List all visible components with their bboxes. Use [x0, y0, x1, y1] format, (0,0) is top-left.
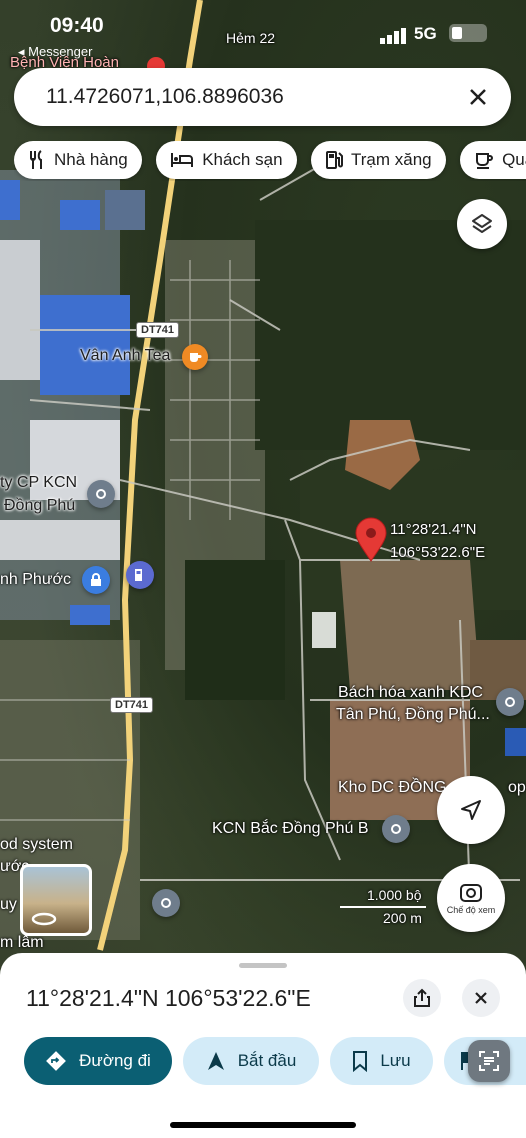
- close-icon: [475, 992, 487, 1004]
- share-button[interactable]: [403, 979, 441, 1017]
- explore-view-label: Chế độ xem: [446, 905, 496, 915]
- scan-text-button[interactable]: [468, 1040, 510, 1082]
- chip-label: Khách sạn: [202, 150, 283, 169]
- chip-label: Trạm xăng: [350, 150, 432, 169]
- scale-imperial: 1.000 bộ: [367, 887, 422, 903]
- chip-restaurants[interactable]: Nhà hàng: [14, 141, 142, 179]
- start-label: Bắt đầu: [237, 1051, 297, 1070]
- chip-label: Quá: [502, 150, 526, 169]
- status-time: 09:40: [50, 14, 104, 37]
- chip-cafes[interactable]: Quá: [460, 141, 526, 179]
- location-icon[interactable]: [382, 815, 410, 843]
- battery-icon: [449, 24, 487, 42]
- directions-button[interactable]: Đường đi: [24, 1037, 172, 1085]
- scale-bar: [340, 906, 426, 908]
- bookmark-icon: [353, 1051, 368, 1072]
- pin-latitude-label: 11°28'21.4"N: [390, 521, 477, 538]
- street-view-thumbnail[interactable]: [20, 864, 92, 936]
- save-label: Lưu: [380, 1051, 411, 1070]
- search-bar[interactable]: 11.4726071,106.8896036: [14, 68, 511, 126]
- scale-metric: 200 m: [383, 910, 422, 926]
- category-chips: Nhà hàng Khách sạn Trạm xăng Quá: [14, 141, 526, 181]
- my-location-button[interactable]: [437, 776, 505, 844]
- cellular-signal-icon: [380, 28, 406, 44]
- place-kho-dc[interactable]: Kho DC ĐỒNG: [338, 779, 446, 797]
- gas-station-icon: [325, 151, 343, 169]
- navigation-start-icon: [207, 1052, 224, 1070]
- close-sheet-button[interactable]: [462, 979, 500, 1017]
- layers-icon: [472, 214, 492, 233]
- home-indicator[interactable]: [170, 1122, 356, 1128]
- bottom-sheet[interactable]: 11°28'21.4"N 106°53'22.6"E Đường đi Bắt …: [0, 953, 526, 1138]
- place-kcn-bac-dong-phu[interactable]: KCN Bắc Đồng Phú B: [212, 820, 369, 838]
- location-icon[interactable]: [496, 688, 524, 716]
- search-query[interactable]: 11.4726071,106.8896036: [46, 85, 284, 109]
- place-binh-phuoc[interactable]: nh Phước: [0, 571, 71, 589]
- camera-lens-icon: [460, 884, 482, 902]
- location-icon[interactable]: [152, 889, 180, 917]
- restaurant-icon: [30, 150, 42, 169]
- location-pin-icon[interactable]: [354, 517, 388, 563]
- place-title: 11°28'21.4"N 106°53'22.6"E: [26, 985, 311, 1011]
- text-scan-icon: [479, 1051, 499, 1071]
- place-lam[interactable]: m lâm: [0, 934, 44, 952]
- chip-gas-stations[interactable]: Trạm xăng: [310, 141, 446, 179]
- road-badge: DT741: [110, 697, 154, 713]
- close-icon[interactable]: [463, 82, 493, 112]
- directions-icon: [46, 1051, 67, 1071]
- place-bach-hoa-xanh-2[interactable]: Tân Phú, Đồng Phú...: [336, 706, 490, 724]
- place-food-system[interactable]: od system: [0, 836, 73, 854]
- network-type: 5G: [414, 24, 437, 43]
- share-icon: [414, 988, 430, 1007]
- lock-icon[interactable]: [82, 566, 110, 594]
- street-label: Hẻm 22: [226, 30, 276, 46]
- pin-longitude-label: 106°53'22.6"E: [390, 544, 486, 561]
- directions-label: Đường đi: [79, 1051, 151, 1070]
- place-kcn-company-2[interactable]: Đồng Phú: [4, 497, 75, 515]
- location-icon[interactable]: [87, 480, 115, 508]
- hotel-icon: [171, 153, 194, 167]
- place-van-anh-tea[interactable]: Vân Anh Tea: [80, 347, 170, 365]
- navigation-arrow-icon: [461, 800, 481, 820]
- chip-label: Nhà hàng: [54, 150, 128, 169]
- layers-button[interactable]: [457, 199, 507, 249]
- place-kcn-company[interactable]: ty CP KCN: [0, 474, 77, 492]
- sheet-drag-handle[interactable]: [239, 963, 287, 968]
- chip-hotels[interactable]: Khách sạn: [156, 141, 297, 179]
- save-button[interactable]: Lưu: [330, 1037, 433, 1085]
- place-kho-dc-suffix: op: [508, 779, 526, 796]
- start-button[interactable]: Bắt đầu: [183, 1037, 319, 1085]
- cafe-icon[interactable]: [182, 344, 208, 370]
- rotate-360-icon: [31, 912, 57, 926]
- gas-station-map-icon[interactable]: [126, 561, 154, 589]
- explore-view-button[interactable]: Chế độ xem: [437, 864, 505, 932]
- place-bach-hoa-xanh[interactable]: Bách hóa xanh KDC: [338, 684, 483, 702]
- road-badge: DT741: [136, 322, 180, 338]
- cafe-icon: [476, 153, 494, 169]
